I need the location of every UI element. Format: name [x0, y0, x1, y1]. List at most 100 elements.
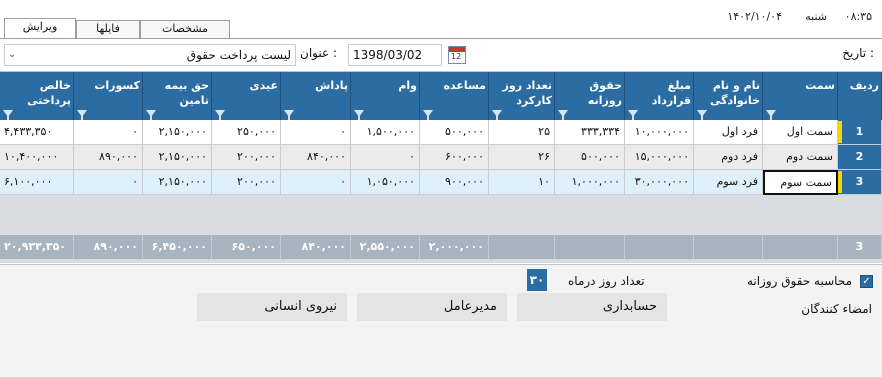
summary-eid: ۶۵۰,۰۰۰ — [212, 235, 281, 259]
daily-wage-checkbox[interactable]: ✓ — [860, 275, 873, 288]
filter-icon — [354, 110, 364, 120]
cell-eid[interactable]: ۲۵۰,۰۰۰ — [212, 120, 281, 145]
cell-name[interactable]: فرد سوم — [694, 170, 763, 195]
date-label: تاریخ : — [842, 46, 874, 60]
settings-panel: ✓ محاسبه حقوق روزانه تعداد روز درماه ۳۰ … — [0, 264, 882, 377]
cell-net-pay[interactable]: ۶,۱۰۰,۰۰۰ — [0, 170, 74, 195]
filter-icon — [558, 110, 568, 120]
tab-files[interactable]: فایلها — [76, 20, 140, 38]
cell-work-days[interactable]: ۱۰ — [489, 170, 555, 195]
cell-net-pay[interactable]: ۱۰,۴۰۰,۰۰۰ — [0, 145, 74, 170]
filter-icon — [215, 110, 225, 120]
col-header-contract[interactable]: مبلغ قرارداد — [625, 72, 694, 120]
payroll-grid: ردیف سمت نام و نام خانوادگی مبلغ قرارداد… — [0, 71, 882, 263]
cell-loan[interactable]: ۰ — [351, 145, 420, 170]
date-display: ۱۴۰۲/۱۰/۰۴ — [727, 10, 782, 23]
summary-advance: ۲,۰۰۰,۰۰۰ — [420, 235, 489, 259]
cell-bonus[interactable]: ۰ — [281, 170, 351, 195]
filter-icon — [146, 110, 156, 120]
table-row[interactable]: 1 سمت اول فرد اول ۱۰,۰۰۰,۰۰۰ ۳۳۳,۳۳۴ ۲۵ … — [0, 120, 882, 145]
cell-daily-wage[interactable]: ۵۰۰,۰۰۰ — [555, 145, 625, 170]
signer-ceo[interactable]: مدیرعامل — [357, 293, 507, 321]
days-per-month-label: تعداد روز درماه — [568, 274, 645, 288]
filter-icon — [628, 110, 638, 120]
signer-hr[interactable]: نیروی انسانی — [197, 293, 347, 321]
tab-edit[interactable]: ویرایش — [4, 18, 76, 39]
cell-insurance[interactable]: ۲,۱۵۰,۰۰۰ — [143, 120, 212, 145]
row-marker — [838, 121, 842, 143]
filter-icon — [77, 110, 87, 120]
cell-position-editing[interactable]: سمت سوم — [763, 170, 838, 195]
filter-icon — [697, 110, 707, 120]
signer-accounting[interactable]: حسابداری — [517, 293, 667, 321]
summary-deductions: ۸۹۰,۰۰۰ — [74, 235, 143, 259]
row-marker — [838, 171, 842, 193]
cell-advance[interactable]: ۵۰۰,۰۰۰ — [420, 120, 489, 145]
cell-bonus[interactable]: ۰ — [281, 120, 351, 145]
title-input[interactable]: لیست پرداخت حقوق — [4, 44, 296, 66]
cell-insurance[interactable]: ۲,۱۵۰,۰۰۰ — [143, 170, 212, 195]
filter-icon — [3, 110, 13, 120]
cell-deductions[interactable]: ۰ — [74, 120, 143, 145]
row-number: 3 — [838, 170, 882, 195]
tab-bar: ۰۸:۳۵ شنبه ۱۴۰۲/۱۰/۰۴ ویرایش فایلها مشخص… — [0, 0, 882, 39]
signers-label: امضاء کنندگان — [801, 302, 872, 316]
col-header-daily-wage[interactable]: حقوق روزانه — [555, 72, 625, 120]
col-header-eid[interactable]: عیدی — [212, 72, 281, 120]
table-row[interactable]: 2 سمت دوم فرد دوم ۱۵,۰۰۰,۰۰۰ ۵۰۰,۰۰۰ ۲۶ … — [0, 145, 882, 170]
cell-eid[interactable]: ۲۰۰,۰۰۰ — [212, 145, 281, 170]
summary-net-pay: ۲۰,۹۳۳,۳۵۰ — [0, 235, 74, 259]
days-per-month-input[interactable]: ۳۰ — [527, 269, 547, 291]
cell-insurance[interactable]: ۲,۱۵۰,۰۰۰ — [143, 145, 212, 170]
cell-position[interactable]: سمت دوم — [763, 145, 838, 170]
row-number: 2 — [838, 145, 882, 170]
summary-count: 3 — [838, 235, 882, 259]
clock-display: ۰۸:۳۵ — [844, 10, 872, 23]
col-header-loan[interactable]: وام — [351, 72, 420, 120]
filter-row: تاریخ : 12 1398/03/02 عنوان : لیست پرداخ… — [0, 40, 882, 70]
col-header-work-days[interactable]: تعداد روز کارکرد — [489, 72, 555, 120]
col-header-name[interactable]: نام و نام خانوادگی — [694, 72, 763, 120]
cell-loan[interactable]: ۱,۰۵۰,۰۰۰ — [351, 170, 420, 195]
col-header-insurance[interactable]: حق بیمه تامین — [143, 72, 212, 120]
weekday-display: شنبه — [805, 10, 827, 23]
calendar-icon[interactable]: 12 — [448, 46, 466, 64]
cell-contract[interactable]: ۱۰,۰۰۰,۰۰۰ — [625, 120, 694, 145]
col-header-position[interactable]: سمت — [763, 72, 838, 120]
title-label: عنوان : — [300, 46, 337, 60]
col-header-row-no[interactable]: ردیف — [838, 72, 882, 120]
cell-name[interactable]: فرد اول — [694, 120, 763, 145]
filter-icon — [492, 110, 502, 120]
summary-bonus: ۸۴۰,۰۰۰ — [281, 235, 351, 259]
date-input[interactable]: 1398/03/02 — [348, 44, 442, 66]
filter-icon — [766, 110, 776, 120]
cell-daily-wage[interactable]: ۱,۰۰۰,۰۰۰ — [555, 170, 625, 195]
summary-insurance: ۶,۴۵۰,۰۰۰ — [143, 235, 212, 259]
filter-icon — [423, 110, 433, 120]
cell-work-days[interactable]: ۲۵ — [489, 120, 555, 145]
cell-advance[interactable]: ۹۰۰,۰۰۰ — [420, 170, 489, 195]
col-header-deductions[interactable]: کسورات — [74, 72, 143, 120]
cell-net-pay[interactable]: ۴,۴۳۳,۳۵۰ — [0, 120, 74, 145]
summary-row: 3 ۲,۰۰۰,۰۰۰ ۲,۵۵۰,۰۰۰ ۸۴۰,۰۰۰ ۶۵۰,۰۰۰ ۶,… — [0, 235, 882, 259]
cell-deductions[interactable]: ۸۹۰,۰۰۰ — [74, 145, 143, 170]
cell-name[interactable]: فرد دوم — [694, 145, 763, 170]
table-row-selected[interactable]: 3 سمت سوم فرد سوم ۳۰,۰۰۰,۰۰۰ ۱,۰۰۰,۰۰۰ ۱… — [0, 170, 882, 195]
tab-divider — [0, 38, 882, 39]
cell-deductions[interactable]: ۰ — [74, 170, 143, 195]
cell-eid[interactable]: ۲۰۰,۰۰۰ — [212, 170, 281, 195]
col-header-bonus[interactable]: پاداش — [281, 72, 351, 120]
tab-properties[interactable]: مشخصات — [140, 20, 230, 38]
cell-work-days[interactable]: ۲۶ — [489, 145, 555, 170]
cell-position[interactable]: سمت اول — [763, 120, 838, 145]
col-header-advance[interactable]: مساعده — [420, 72, 489, 120]
cell-contract[interactable]: ۱۵,۰۰۰,۰۰۰ — [625, 145, 694, 170]
cell-contract[interactable]: ۳۰,۰۰۰,۰۰۰ — [625, 170, 694, 195]
cell-advance[interactable]: ۶۰۰,۰۰۰ — [420, 145, 489, 170]
chevron-down-icon[interactable]: ⌄ — [8, 49, 16, 60]
cell-loan[interactable]: ۱,۵۰۰,۰۰۰ — [351, 120, 420, 145]
col-header-net-pay[interactable]: خالص پرداختی — [0, 72, 74, 120]
cell-daily-wage[interactable]: ۳۳۳,۳۳۴ — [555, 120, 625, 145]
cell-bonus[interactable]: ۸۴۰,۰۰۰ — [281, 145, 351, 170]
daily-wage-label: محاسبه حقوق روزانه — [746, 274, 852, 288]
